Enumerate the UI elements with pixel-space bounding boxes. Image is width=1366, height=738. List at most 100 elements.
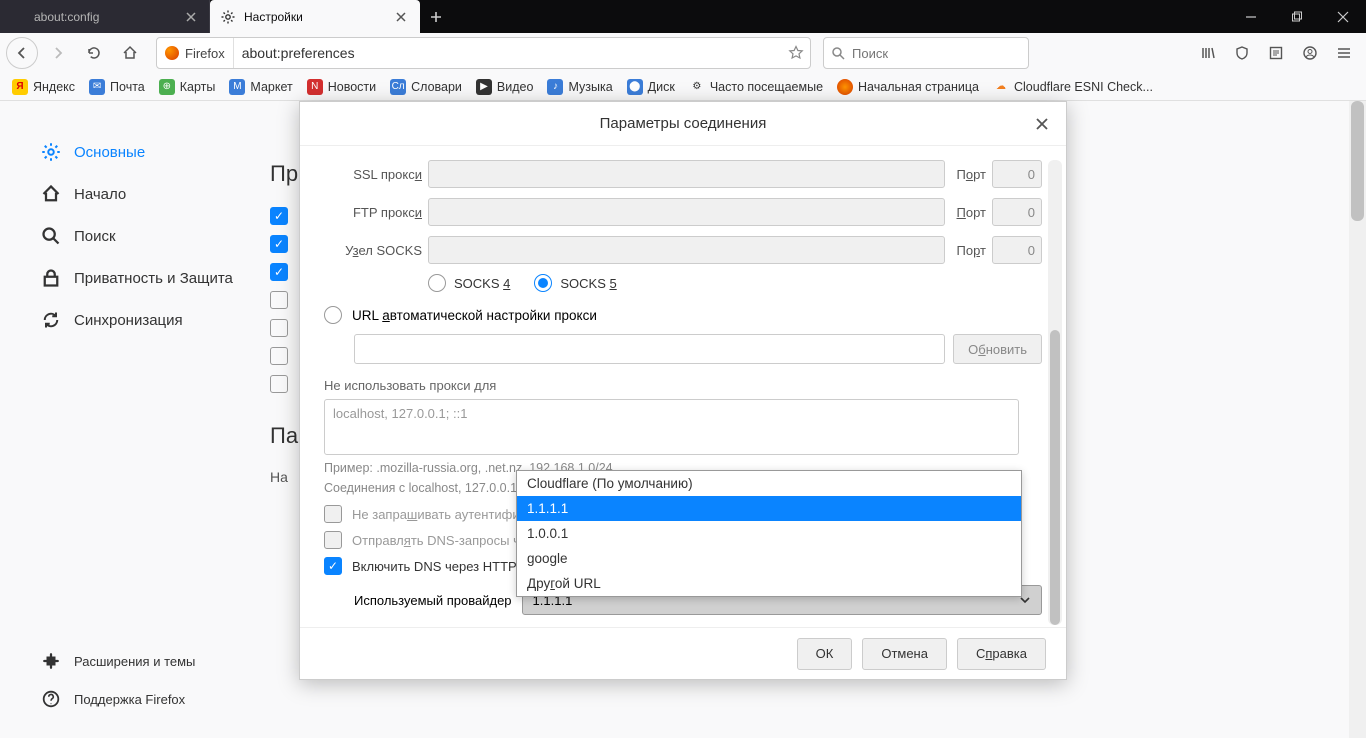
tab-label: Настройки bbox=[244, 10, 303, 24]
dialog-scrollbar[interactable] bbox=[1048, 160, 1062, 625]
dialog-overlay: Параметры соединения SSL прокси Порт FTP… bbox=[0, 101, 1366, 738]
news-icon: N bbox=[307, 79, 323, 95]
menu-icon[interactable] bbox=[1328, 37, 1360, 69]
auto-proxy-radio[interactable] bbox=[324, 306, 342, 324]
url-text: about:preferences bbox=[234, 45, 782, 61]
tab-settings[interactable]: Настройки bbox=[210, 0, 420, 33]
ssl-port-input[interactable] bbox=[992, 160, 1042, 188]
noproxy-textarea[interactable]: localhost, 127.0.0.1; ::1 bbox=[324, 399, 1019, 455]
dns-socks-label: Отправлять DNS-запросы ч bbox=[352, 533, 520, 548]
tab-about-config[interactable]: about:config bbox=[0, 0, 210, 33]
doh-checkbox[interactable]: ✓ bbox=[324, 557, 342, 575]
dialog-body: SSL прокси Порт FTP прокси Порт Узел SOC… bbox=[300, 146, 1066, 627]
maximize-button[interactable] bbox=[1274, 0, 1320, 33]
help-button[interactable]: Справка bbox=[957, 638, 1046, 670]
cancel-button[interactable]: Отмена bbox=[862, 638, 947, 670]
socks-port-input[interactable] bbox=[992, 236, 1042, 264]
titlebar: about:config Настройки bbox=[0, 0, 1366, 33]
dialog-footer: ОК Отмена Справка bbox=[300, 627, 1066, 679]
socks-host-input[interactable] bbox=[428, 236, 945, 264]
reload-button[interactable] bbox=[78, 37, 110, 69]
maps-icon: ⊕ bbox=[159, 79, 175, 95]
nav-toolbar: Firefox about:preferences bbox=[0, 33, 1366, 73]
socks5-radio[interactable] bbox=[534, 274, 552, 292]
close-icon[interactable] bbox=[183, 9, 199, 25]
bookmark-cloudflare[interactable]: ☁Cloudflare ESNI Check... bbox=[989, 79, 1157, 95]
port-label: Порт bbox=[957, 167, 986, 182]
gear-icon: ⚙ bbox=[689, 79, 705, 95]
socks4-radio[interactable] bbox=[428, 274, 446, 292]
bookmark-dict[interactable]: СлСловари bbox=[386, 79, 466, 95]
toolbar-right bbox=[1192, 37, 1360, 69]
scrollbar-thumb[interactable] bbox=[1050, 330, 1060, 625]
auto-proxy-label: URL автоматической настройки прокси bbox=[352, 308, 597, 323]
tabs: about:config Настройки bbox=[0, 0, 420, 33]
ftp-proxy-input[interactable] bbox=[428, 198, 945, 226]
ssl-proxy-label: SSL прокси bbox=[324, 167, 422, 182]
bookmark-music[interactable]: ♪Музыка bbox=[543, 79, 616, 95]
video-icon: ▶ bbox=[476, 79, 492, 95]
window-controls bbox=[1228, 0, 1366, 33]
back-button[interactable] bbox=[6, 37, 38, 69]
dropdown-option[interactable]: google bbox=[517, 546, 1021, 571]
bookmark-homepage[interactable]: Начальная страница bbox=[833, 79, 983, 95]
identity-box[interactable]: Firefox bbox=[157, 38, 234, 68]
bookmark-star-icon[interactable] bbox=[782, 45, 810, 61]
provider-label: Используемый провайдер bbox=[354, 593, 512, 608]
bookmark-disk[interactable]: ⬤Диск bbox=[623, 79, 679, 95]
connection-settings-dialog: Параметры соединения SSL прокси Порт FTP… bbox=[299, 101, 1067, 680]
new-tab-button[interactable] bbox=[420, 0, 452, 33]
ftp-proxy-label: FTP прокси bbox=[324, 205, 422, 220]
port-label: Порт bbox=[957, 243, 987, 258]
account-icon[interactable] bbox=[1294, 37, 1326, 69]
home-button[interactable] bbox=[114, 37, 146, 69]
auto-url-input[interactable] bbox=[354, 334, 945, 364]
noauth-checkbox[interactable] bbox=[324, 505, 342, 523]
minimize-button[interactable] bbox=[1228, 0, 1274, 33]
socks5-label: SOCKS 5 bbox=[560, 276, 616, 291]
close-icon[interactable] bbox=[393, 9, 409, 25]
market-icon: M bbox=[229, 79, 245, 95]
firefox-icon bbox=[837, 79, 853, 95]
forward-button[interactable] bbox=[42, 37, 74, 69]
search-input[interactable] bbox=[852, 46, 1028, 61]
library-icon[interactable] bbox=[1192, 37, 1224, 69]
bookmark-frequent[interactable]: ⚙Часто посещаемые bbox=[685, 79, 827, 95]
bookmark-yandex[interactable]: ЯЯндекс bbox=[8, 79, 79, 95]
bookmark-maps[interactable]: ⊕Карты bbox=[155, 79, 220, 95]
tab-favicon bbox=[10, 9, 26, 25]
music-icon: ♪ bbox=[547, 79, 563, 95]
dialog-header: Параметры соединения bbox=[300, 102, 1066, 146]
close-button[interactable] bbox=[1320, 0, 1366, 33]
gear-icon bbox=[220, 9, 236, 25]
url-bar[interactable]: Firefox about:preferences bbox=[156, 37, 811, 69]
dropdown-option-selected[interactable]: 1.1.1.1 bbox=[517, 496, 1021, 521]
close-icon[interactable] bbox=[1030, 112, 1054, 136]
bookmark-market[interactable]: MМаркет bbox=[225, 79, 296, 95]
doh-label: Включить DNS через HTTPS bbox=[352, 559, 525, 574]
firefox-icon bbox=[165, 46, 179, 60]
port-label: Порт bbox=[957, 205, 986, 220]
bookmark-mail[interactable]: ✉Почта bbox=[85, 79, 149, 95]
disk-icon: ⬤ bbox=[627, 79, 643, 95]
noproxy-label: Не использовать прокси для bbox=[324, 378, 1042, 393]
mail-icon: ✉ bbox=[89, 79, 105, 95]
provider-dropdown: Cloudflare (По умолчанию) 1.1.1.1 1.0.0.… bbox=[516, 470, 1022, 597]
search-bar[interactable] bbox=[823, 37, 1029, 69]
dropdown-option[interactable]: Другой URL bbox=[517, 571, 1021, 596]
tab-label: about:config bbox=[34, 10, 99, 24]
dropdown-option[interactable]: 1.0.0.1 bbox=[517, 521, 1021, 546]
bookmarks-bar: ЯЯндекс ✉Почта ⊕Карты MМаркет NНовости С… bbox=[0, 73, 1366, 101]
ssl-proxy-input[interactable] bbox=[428, 160, 945, 188]
bookmark-news[interactable]: NНовости bbox=[303, 79, 380, 95]
ok-button[interactable]: ОК bbox=[797, 638, 853, 670]
socks-host-label: Узел SOCKS bbox=[324, 243, 422, 258]
bookmark-video[interactable]: ▶Видео bbox=[472, 79, 538, 95]
dict-icon: Сл bbox=[390, 79, 406, 95]
reader-icon[interactable] bbox=[1260, 37, 1292, 69]
ftp-port-input[interactable] bbox=[992, 198, 1042, 226]
refresh-button[interactable]: Обновить bbox=[953, 334, 1042, 364]
dns-socks-checkbox[interactable] bbox=[324, 531, 342, 549]
shield-icon[interactable] bbox=[1226, 37, 1258, 69]
dropdown-option[interactable]: Cloudflare (По умолчанию) bbox=[517, 471, 1021, 496]
